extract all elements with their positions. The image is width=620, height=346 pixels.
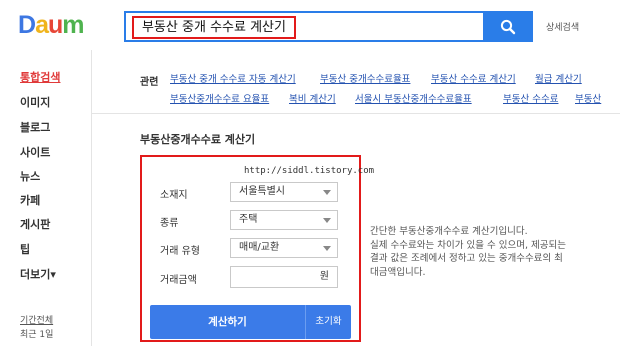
type-value: 주택 xyxy=(239,214,258,225)
reset-button[interactable]: 초기화 xyxy=(306,305,351,339)
logo-letter-a: a xyxy=(35,10,49,39)
description-line: 간단한 부동산중개수수료 계산기입니다. xyxy=(370,226,528,237)
watermark-url: http://siddl.tistory.com xyxy=(244,166,375,176)
logo-letter-m: m xyxy=(62,10,84,39)
detail-search-link[interactable]: 상세검색 xyxy=(546,20,579,33)
related-link[interactable]: 부동산 수수료 계산기 xyxy=(431,71,516,85)
deal-type-select[interactable]: 매매/교환 xyxy=(230,238,338,258)
amount-input[interactable]: 원 xyxy=(230,266,338,288)
related-link[interactable]: 부동산중개수수료 요율표 xyxy=(170,91,269,105)
related-link[interactable]: 부동산 중개 수수료 자동 계산기 xyxy=(170,71,296,85)
location-label: 소재지 xyxy=(160,190,188,201)
chevron-down-icon xyxy=(323,218,331,223)
sidebar-item-blog[interactable]: 블로그 xyxy=(20,119,50,135)
deal-type-value: 매매/교환 xyxy=(239,242,280,253)
description-line: 실제 수수료와는 차이가 있을 수 있으며, 제공되는 xyxy=(370,239,566,251)
calculate-button[interactable]: 계산하기 xyxy=(150,305,305,339)
sidebar-item-news[interactable]: 뉴스 xyxy=(20,168,40,184)
related-link[interactable]: 부동산 중개수수료율표 xyxy=(320,71,410,85)
sidebar-item-board[interactable]: 게시판 xyxy=(20,216,50,232)
related-link[interactable]: 복비 계산기 xyxy=(289,91,336,105)
related-link[interactable]: 서울시 부동산중개수수료율표 xyxy=(355,91,472,105)
amount-unit: 원 xyxy=(319,271,329,282)
search-input[interactable]: 부동산 중개 수수료 계산기 xyxy=(132,16,296,39)
related-link[interactable]: 월급 계산기 xyxy=(535,71,582,85)
sidebar-item-cafe[interactable]: 카페 xyxy=(20,192,40,208)
amount-label: 거래금액 xyxy=(160,275,197,286)
related-label: 관련 xyxy=(140,77,159,88)
logo-letter-d: D xyxy=(18,10,36,39)
location-value: 서울특별시 xyxy=(239,186,285,197)
chevron-down-icon xyxy=(323,246,331,251)
sidebar-item-images[interactable]: 이미지 xyxy=(20,94,50,110)
period-filter-all[interactable]: 기간전체 xyxy=(20,313,53,326)
type-select[interactable]: 주택 xyxy=(230,210,338,230)
sidebar-item-tips[interactable]: 팁 xyxy=(20,241,30,257)
type-label: 종류 xyxy=(160,218,179,229)
calculator-description: 간단한 부동산중개수수료 계산기입니다. 실제 수수료와는 차이가 있을 수 있… xyxy=(370,225,610,279)
search-bar: 부동산 중개 수수료 계산기 xyxy=(124,11,533,42)
sidebar-item-sites[interactable]: 사이트 xyxy=(20,144,50,160)
related-link[interactable]: 부동산 수수료 xyxy=(503,91,558,105)
header: Daum 부동산 중개 수수료 계산기 상세검색 xyxy=(0,0,620,50)
description-line: 대금액입니다. xyxy=(370,266,426,278)
description-line: 결과 값은 조례에서 정하고 있는 중개수수료의 최 xyxy=(370,253,563,264)
location-select[interactable]: 서울특별시 xyxy=(230,182,338,202)
sidebar-item-all[interactable]: 통합검색 xyxy=(20,69,60,85)
search-icon xyxy=(500,19,516,34)
logo-letter-u: u xyxy=(47,10,63,39)
calculator-buttons: 계산하기 초기화 xyxy=(150,305,351,339)
chevron-down-icon xyxy=(323,190,331,195)
deal-type-label: 거래 유형 xyxy=(160,246,200,257)
search-button[interactable] xyxy=(483,11,533,42)
related-link[interactable]: 부동산 xyxy=(575,91,601,105)
calculator-title: 부동산중개수수료 계산기 xyxy=(140,133,256,146)
period-filter-1day[interactable]: 최근 1일 xyxy=(20,327,53,340)
sidebar-item-more[interactable]: 더보기▾ xyxy=(20,266,56,282)
section-divider xyxy=(92,113,620,114)
daum-logo[interactable]: Daum xyxy=(18,10,84,39)
